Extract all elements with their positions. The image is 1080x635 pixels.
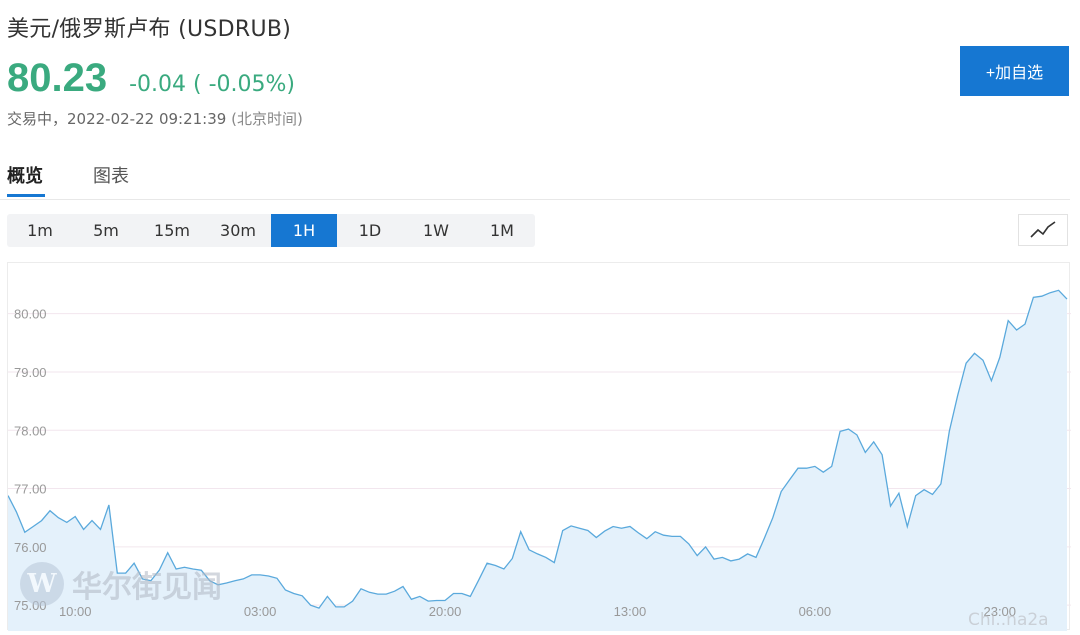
interval-1h[interactable]: 1H — [271, 214, 337, 247]
tab-chart[interactable]: 图表 — [93, 162, 129, 188]
chart-type-button[interactable] — [1018, 214, 1068, 246]
trading-status: 交易中，2022-02-22 09:21:39 (北京时间) — [7, 108, 303, 129]
x-tick-label: 10:00 — [59, 604, 92, 619]
add-watchlist-button[interactable]: +加自选 — [960, 46, 1069, 96]
x-tick-label: 20:00 — [429, 604, 462, 619]
line-chart-icon — [1030, 221, 1056, 238]
y-tick-label: 79.00 — [14, 365, 47, 380]
price-row: 80.23 -0.04 ( -0.05%) — [7, 56, 295, 101]
x-tick-label: 06:00 — [799, 604, 832, 619]
corner-watermark: Chi..na2a — [968, 610, 1049, 630]
active-tab-indicator — [7, 194, 45, 197]
interval-selector: 1m 5m 15m 30m 1H 1D 1W 1M — [7, 214, 535, 247]
watermark: W 华尔街见闻 — [20, 562, 222, 606]
interval-15m[interactable]: 15m — [139, 214, 205, 247]
x-tick-label: 13:00 — [614, 604, 647, 619]
interval-30m[interactable]: 30m — [205, 214, 271, 247]
timezone-label: (北京时间) — [231, 110, 303, 128]
last-price: 80.23 — [7, 56, 108, 100]
pair-title: 美元/俄罗斯卢布 (USDRUB) — [7, 17, 292, 42]
y-tick-label: 76.00 — [14, 540, 47, 555]
price-change: -0.04 ( -0.05%) — [129, 72, 296, 97]
x-tick-label: 03:00 — [244, 604, 277, 619]
status-text: 交易中，2022-02-22 09:21:39 — [7, 110, 227, 128]
watermark-logo: W — [20, 562, 64, 606]
interval-1d[interactable]: 1D — [337, 214, 403, 247]
interval-5m[interactable]: 5m — [73, 214, 139, 247]
interval-1mo[interactable]: 1M — [469, 214, 535, 247]
watermark-text: 华尔街见闻 — [72, 570, 222, 605]
tab-overview[interactable]: 概览 — [7, 162, 43, 188]
y-tick-label: 78.00 — [14, 423, 47, 438]
y-tick-label: 80.00 — [14, 307, 47, 322]
y-tick-label: 77.00 — [14, 482, 47, 497]
interval-1w[interactable]: 1W — [403, 214, 469, 247]
tab-bar: 概览 图表 — [0, 150, 1070, 200]
interval-1m[interactable]: 1m — [7, 214, 73, 247]
